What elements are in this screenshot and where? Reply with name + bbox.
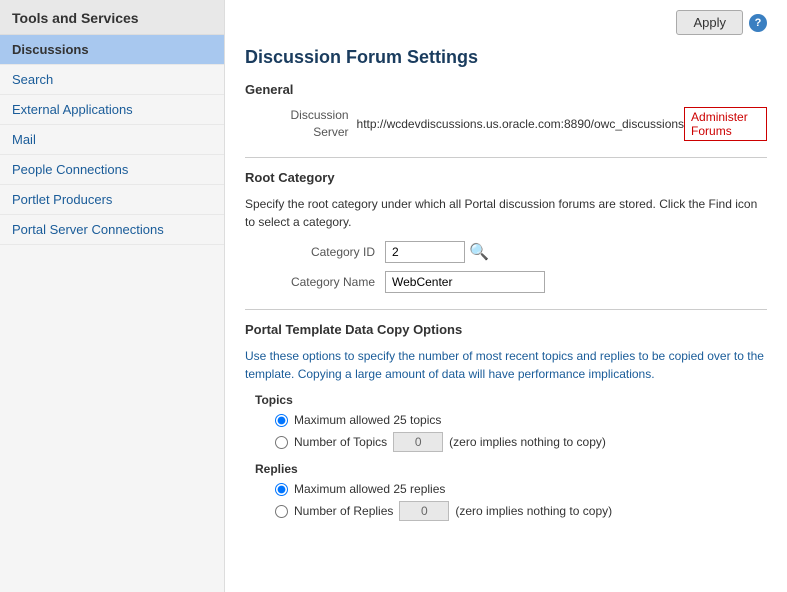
topics-number-label: Number of Topics <box>294 435 387 449</box>
root-category-section: Root Category Specify the root category … <box>245 170 767 293</box>
replies-section: Replies Maximum allowed 25 replies Numbe… <box>245 462 767 521</box>
server-url: http://wcdevdiscussions.us.oracle.com:88… <box>357 117 685 131</box>
portal-template-desc: Use these options to specify the number … <box>245 347 767 383</box>
root-category-desc: Specify the root category under which al… <box>245 195 767 231</box>
sidebar-item-search[interactable]: Search <box>0 65 224 95</box>
sidebar: Tools and Services Discussions Search Ex… <box>0 0 225 592</box>
replies-number-label: Number of Replies <box>294 504 393 518</box>
replies-heading: Replies <box>255 462 767 476</box>
category-name-row: Category Name <box>265 271 767 293</box>
topics-max-label: Maximum allowed 25 topics <box>294 413 441 427</box>
portal-template-section: Portal Template Data Copy Options Use th… <box>245 322 767 521</box>
divider-2 <box>245 309 767 310</box>
category-id-label: Category ID <box>265 245 385 259</box>
sidebar-item-external-applications[interactable]: External Applications <box>0 95 224 125</box>
topics-number-radio[interactable] <box>275 436 288 449</box>
topics-number-row: Number of Topics (zero implies nothing t… <box>275 432 767 452</box>
main-content: Apply ? Discussion Forum Settings Genera… <box>225 0 787 592</box>
replies-number-radio[interactable] <box>275 505 288 518</box>
sidebar-item-discussions[interactable]: Discussions <box>0 35 224 65</box>
replies-max-label: Maximum allowed 25 replies <box>294 482 445 496</box>
topics-note: (zero implies nothing to copy) <box>449 435 606 449</box>
category-name-label: Category Name <box>265 275 385 289</box>
category-id-input[interactable] <box>385 241 465 263</box>
topics-heading: Topics <box>255 393 767 407</box>
replies-note: (zero implies nothing to copy) <box>455 504 612 518</box>
category-id-row: Category ID 🔍 <box>265 241 767 263</box>
sidebar-item-portal-server-connections[interactable]: Portal Server Connections <box>0 215 224 245</box>
sidebar-item-mail[interactable]: Mail <box>0 125 224 155</box>
server-label: DiscussionServer <box>265 107 357 141</box>
sidebar-item-people-connections[interactable]: People Connections <box>0 155 224 185</box>
help-icon[interactable]: ? <box>749 14 767 32</box>
general-section: General DiscussionServer http://wcdevdis… <box>245 82 767 141</box>
administer-forums-link[interactable]: Administer Forums <box>684 107 767 141</box>
topics-number-input[interactable] <box>393 432 443 452</box>
replies-max-row: Maximum allowed 25 replies <box>275 482 767 496</box>
divider-1 <box>245 157 767 158</box>
sidebar-item-portlet-producers[interactable]: Portlet Producers <box>0 185 224 215</box>
root-category-heading: Root Category <box>245 170 767 187</box>
replies-number-input[interactable] <box>399 501 449 521</box>
server-row: DiscussionServer http://wcdevdiscussions… <box>265 107 767 141</box>
page-title: Discussion Forum Settings <box>245 47 767 68</box>
replies-number-row: Number of Replies (zero implies nothing … <box>275 501 767 521</box>
category-search-icon[interactable]: 🔍 <box>469 242 489 262</box>
apply-button[interactable]: Apply <box>676 10 743 35</box>
category-name-input[interactable] <box>385 271 545 293</box>
topics-section: Topics Maximum allowed 25 topics Number … <box>245 393 767 452</box>
portal-template-heading: Portal Template Data Copy Options <box>245 322 767 339</box>
topics-max-radio[interactable] <box>275 414 288 427</box>
replies-max-radio[interactable] <box>275 483 288 496</box>
topics-max-row: Maximum allowed 25 topics <box>275 413 767 427</box>
sidebar-title: Tools and Services <box>0 0 224 35</box>
general-heading: General <box>245 82 767 99</box>
top-bar: Apply ? <box>245 10 767 35</box>
